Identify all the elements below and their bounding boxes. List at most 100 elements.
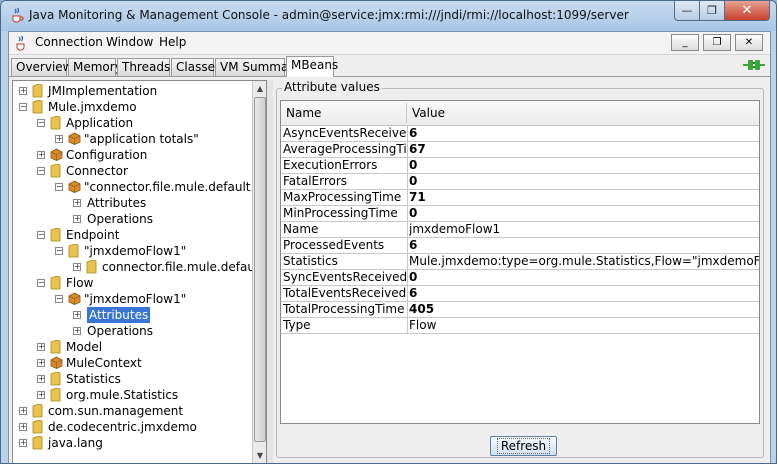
- scrollbar-thumb[interactable]: [254, 97, 266, 442]
- expand-toggle-icon[interactable]: +: [19, 423, 27, 431]
- frame-restore-button[interactable]: ❐: [703, 34, 731, 51]
- refresh-button-label: Refresh: [496, 438, 551, 454]
- table-row[interactable]: Statistics Mule.jmxdemo:type=org.mule.Sta…: [281, 254, 759, 270]
- folder-icon: [32, 436, 43, 450]
- menu-help[interactable]: Help: [159, 35, 186, 49]
- attribute-value-cell[interactable]: 67: [409, 142, 759, 157]
- tree-node-label: "jmxdemoFlow1": [84, 292, 187, 306]
- table-row[interactable]: Type Flow: [281, 318, 759, 334]
- attribute-value-cell[interactable]: 0: [409, 158, 759, 173]
- frame-close-button[interactable]: ✕: [735, 34, 763, 51]
- tab-overview[interactable]: Overview: [11, 58, 73, 76]
- tree-node-label: com.sun.management: [48, 404, 184, 418]
- table-row[interactable]: SyncEventsReceived 0: [281, 270, 759, 286]
- table-row[interactable]: MinProcessingTime 0: [281, 206, 759, 222]
- table-row[interactable]: MaxProcessingTime 71: [281, 190, 759, 206]
- collapse-toggle-icon[interactable]: −: [37, 167, 45, 175]
- attribute-value-cell[interactable]: jmxdemoFlow1: [409, 222, 759, 237]
- frame-minimize-button[interactable]: _: [671, 34, 699, 51]
- column-divider[interactable]: [406, 103, 407, 123]
- table-header: Name Value: [281, 101, 759, 126]
- attribute-value-cell[interactable]: 0: [409, 206, 759, 221]
- folder-icon: [32, 100, 43, 114]
- expand-toggle-icon[interactable]: +: [19, 439, 27, 447]
- title-bar[interactable]: Java Monitoring & Management Console - a…: [1, 1, 776, 31]
- expand-toggle-icon[interactable]: +: [37, 359, 45, 367]
- attribute-value-cell[interactable]: 6: [409, 126, 759, 141]
- minimize-button[interactable]: —: [674, 1, 700, 21]
- table-row[interactable]: ExecutionErrors 0: [281, 158, 759, 174]
- column-header-value[interactable]: Value: [412, 106, 445, 120]
- table-row[interactable]: AverageProcessingTime67: [281, 142, 759, 158]
- attribute-table: Name Value AsyncEventsReceived 6 AveragePr…: [280, 100, 760, 424]
- window-title: Java Monitoring & Management Console - a…: [29, 8, 629, 22]
- attribute-value-cell[interactable]: Mule.jmxdemo:type=org.mule.Statistics,Fl…: [409, 254, 759, 269]
- tab-mbeans[interactable]: MBeans: [286, 56, 338, 77]
- tree-node-label: Operations: [87, 212, 153, 226]
- collapse-toggle-icon[interactable]: −: [19, 103, 27, 111]
- attribute-value-cell[interactable]: 0: [409, 174, 759, 189]
- expand-toggle-icon[interactable]: +: [73, 311, 81, 319]
- table-row[interactable]: Name jmxdemoFlow1: [281, 222, 759, 238]
- tab-classes[interactable]: Classes: [171, 58, 221, 76]
- expand-toggle-icon[interactable]: +: [19, 407, 27, 415]
- folder-icon: [50, 388, 61, 402]
- expand-toggle-icon[interactable]: +: [73, 215, 81, 223]
- column-header-name[interactable]: Name: [286, 106, 321, 120]
- collapse-toggle-icon[interactable]: −: [55, 295, 63, 303]
- tree-node-label: java.lang: [48, 436, 103, 450]
- collapse-toggle-icon[interactable]: −: [37, 279, 45, 287]
- scroll-down-arrow-icon[interactable]: ▼: [254, 449, 266, 463]
- expand-toggle-icon[interactable]: +: [37, 151, 45, 159]
- expand-toggle-icon[interactable]: +: [37, 375, 45, 383]
- table-row[interactable]: ProcessedEvents 6: [281, 238, 759, 254]
- folder-icon: [68, 244, 79, 258]
- refresh-button[interactable]: Refresh: [490, 436, 557, 456]
- java-cup-icon: [16, 35, 25, 51]
- mbeans-panel: + JMImplementation − Mule.jmxdemo − Applicati…: [9, 76, 770, 463]
- expand-toggle-icon[interactable]: +: [73, 199, 81, 207]
- expand-toggle-icon[interactable]: +: [55, 135, 63, 143]
- attribute-value-cell[interactable]: 405: [409, 302, 759, 317]
- attribute-name-cell: ExecutionErrors: [282, 158, 408, 173]
- tree-node-label: Operations: [87, 324, 153, 338]
- attribute-name-cell: FatalErrors: [282, 174, 408, 189]
- expand-toggle-icon[interactable]: +: [73, 263, 81, 271]
- connection-plug-icon[interactable]: [743, 58, 765, 72]
- expand-toggle-icon[interactable]: +: [19, 87, 27, 95]
- expand-toggle-icon[interactable]: +: [37, 391, 45, 399]
- bean-icon: [68, 292, 81, 305]
- menu-connection[interactable]: Connection: [35, 35, 103, 49]
- attribute-value-cell[interactable]: 6: [409, 238, 759, 253]
- tab-vm-summary[interactable]: VM Summary: [215, 58, 300, 76]
- table-row[interactable]: TotalProcessingTime 405: [281, 302, 759, 318]
- mbean-tree: + JMImplementation − Mule.jmxdemo − Applicati…: [12, 80, 267, 463]
- maximize-button[interactable]: ❐: [699, 1, 725, 21]
- tree-vertical-scrollbar[interactable]: ▲ ▼: [252, 81, 266, 463]
- expand-toggle-icon[interactable]: +: [37, 343, 45, 351]
- bean-icon: [50, 356, 63, 369]
- collapse-toggle-icon[interactable]: −: [37, 119, 45, 127]
- attribute-value-cell[interactable]: Flow: [409, 318, 759, 333]
- menu-window[interactable]: Window: [106, 35, 153, 49]
- collapse-toggle-icon[interactable]: −: [37, 231, 45, 239]
- tree-node-label: Flow: [66, 276, 94, 290]
- table-row[interactable]: TotalEventsReceived 6: [281, 286, 759, 302]
- tree-node-label: Endpoint: [66, 228, 120, 242]
- attribute-name-cell: TotalEventsReceived: [283, 286, 408, 301]
- attribute-values-title: Attribute values: [282, 80, 382, 94]
- table-row[interactable]: FatalErrors 0: [281, 174, 759, 190]
- tab-memory[interactable]: Memory: [68, 58, 122, 76]
- collapse-toggle-icon[interactable]: −: [55, 247, 63, 255]
- attribute-name-cell: Statistics: [282, 254, 408, 269]
- scroll-up-arrow-icon[interactable]: ▲: [254, 82, 266, 96]
- table-row[interactable]: AsyncEventsReceived 6: [281, 126, 759, 142]
- close-button[interactable]: ✕: [724, 1, 770, 21]
- attribute-value-cell[interactable]: 0: [409, 270, 759, 285]
- collapse-toggle-icon[interactable]: −: [55, 183, 63, 191]
- attribute-value-cell[interactable]: 71: [409, 190, 759, 205]
- expand-toggle-icon[interactable]: +: [73, 327, 81, 335]
- attribute-value-cell[interactable]: 6: [409, 286, 759, 301]
- tab-threads[interactable]: Threads: [117, 58, 170, 76]
- internal-frame: Connection Window Help _ ❐ ✕ Overview Me…: [8, 31, 771, 463]
